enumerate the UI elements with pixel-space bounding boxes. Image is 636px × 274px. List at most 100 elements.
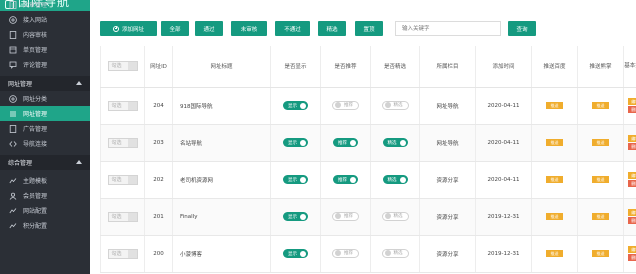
display-toggle[interactable]: 显示 (283, 249, 308, 258)
sidebar-item-11[interactable]: 主题模板 (0, 173, 90, 188)
cell-display: 显示 (270, 235, 321, 273)
cell-id: 202 (144, 161, 173, 199)
filter-featured-button[interactable]: 精选 (318, 21, 346, 36)
delete-button[interactable]: 删除 (627, 106, 636, 113)
row-checkbox[interactable]: 勾选 (107, 174, 138, 185)
search-button[interactable]: 查询 (508, 21, 536, 36)
featured-toggle[interactable]: 精选 (381, 211, 409, 221)
sidebar-item-12[interactable]: 会员管理 (0, 188, 90, 203)
table-row: 勾选 202老司机资源网 显示 推荐 精选 资源分享2020-04-11 推送 推送 编辑删除 (100, 161, 636, 199)
list-icon (8, 109, 17, 118)
sidebar-item-4[interactable]: 评论管理 (0, 57, 90, 72)
sidebar-item-0[interactable]: 文章管理 (0, 0, 90, 12)
sidebar-item-6[interactable]: 网址分类 (0, 91, 90, 106)
display-toggle[interactable]: 显示 (283, 175, 308, 184)
cell-id: 204 (144, 87, 173, 125)
sidebar-item-3[interactable]: 单页管理 (0, 42, 90, 57)
push-baidu-button[interactable]: 推送 (546, 213, 563, 220)
chevron-up-icon (76, 81, 82, 85)
push-baidu-button[interactable]: 推送 (546, 139, 563, 146)
search-input[interactable] (395, 21, 501, 36)
chevron-up-icon (76, 160, 82, 164)
cell-title: 小菠博客 (172, 235, 271, 273)
featured-toggle[interactable]: 精选 (382, 175, 408, 184)
sidebar-group-10[interactable]: 综合管理 (0, 155, 90, 170)
cell-time: 2019-12-31 (475, 235, 532, 273)
featured-toggle[interactable]: 精选 (381, 248, 409, 258)
edit-button[interactable]: 编辑 (627, 135, 636, 142)
display-toggle[interactable]: 显示 (283, 138, 308, 147)
featured-toggle[interactable]: 精选 (381, 100, 409, 110)
sidebar-item-13[interactable]: 网站配置 (0, 203, 90, 218)
edit-button[interactable]: 编辑 (627, 172, 636, 179)
filter-pass-button[interactable]: 通过 (195, 21, 223, 36)
sidebar-item-1[interactable]: 接入网站 (0, 12, 90, 27)
header-push-baidu: 推送百度 (531, 46, 578, 88)
sidebar-item-label: 积分配置 (23, 223, 48, 230)
add-url-button[interactable]: 添加网址 (100, 21, 157, 36)
filter-pending-button[interactable]: 未审核 (231, 21, 267, 36)
filter-all-button[interactable]: 全部 (161, 21, 189, 36)
row-checkbox[interactable]: 勾选 (107, 137, 138, 148)
recommend-toggle[interactable]: 推荐 (332, 211, 359, 221)
push-bear-button[interactable]: 推送 (592, 213, 609, 220)
edit-button[interactable]: 编辑 (627, 209, 636, 216)
toggle-knob (335, 250, 341, 257)
cell-display: 显示 (270, 124, 321, 162)
sidebar-item-14[interactable]: 积分配置 (0, 218, 90, 233)
recommend-toggle[interactable]: 推荐 (332, 100, 359, 110)
sidebar-group-5[interactable]: 网址管理 (0, 76, 90, 91)
cell-select: 勾选 (100, 161, 145, 199)
toggle-knob (300, 102, 306, 109)
push-bear-button[interactable]: 推送 (592, 250, 609, 257)
cell-id: 203 (144, 124, 173, 162)
toggle-knob (335, 213, 341, 220)
delete-button[interactable]: 删除 (627, 180, 636, 187)
header-select: 勾选 (100, 46, 145, 88)
delete-button[interactable]: 删除 (627, 143, 636, 150)
edit-button[interactable]: 编辑 (627, 246, 636, 253)
table-body: 勾选204918国际导航显示推荐精选网址导航2020-04-11推送推送编辑删除… (100, 87, 636, 273)
toggle-knob (350, 139, 356, 146)
push-bear-button[interactable]: 推送 (592, 102, 609, 109)
document-icon (8, 124, 17, 133)
push-baidu-button[interactable]: 推送 (546, 176, 563, 183)
sidebar-item-7[interactable]: 网址管理 (0, 106, 90, 121)
push-bear-button[interactable]: 推送 (592, 176, 609, 183)
url-table: 勾选 网址ID 网址标题 是否显示 是否推荐 是否精选 所属栏目 添加时间 推送… (100, 46, 636, 273)
display-toggle[interactable]: 显示 (283, 212, 308, 221)
cell-display: 显示 (270, 198, 321, 236)
edit-button[interactable]: 编辑 (627, 98, 636, 105)
sidebar-item-8[interactable]: 广告管理 (0, 121, 90, 136)
featured-toggle[interactable]: 精选 (382, 138, 408, 147)
row-checkbox[interactable]: 勾选 (107, 211, 138, 222)
cell-time: 2020-04-11 (475, 124, 532, 162)
header-featured: 是否精选 (370, 46, 420, 88)
cell-time: 2019-12-31 (475, 198, 532, 236)
filter-top-button[interactable]: 置顶 (355, 21, 383, 36)
cell-display: 显示 (270, 161, 321, 199)
recommend-toggle[interactable]: 推荐 (333, 175, 358, 184)
sidebar-item-2[interactable]: 内容审核 (0, 27, 90, 42)
toggle-knob (384, 102, 391, 109)
push-baidu-button[interactable]: 推送 (546, 102, 563, 109)
push-bear-button[interactable]: 推送 (592, 139, 609, 146)
cell-push-bear: 推送 (577, 87, 624, 125)
table-header-row: 勾选 网址ID 网址标题 是否显示 是否推荐 是否精选 所属栏目 添加时间 推送… (100, 46, 636, 88)
recommend-toggle[interactable]: 推荐 (333, 138, 358, 147)
sidebar-item-9[interactable]: 导航连接 (0, 136, 90, 151)
row-checkbox[interactable]: 勾选 (107, 100, 138, 111)
sidebar-item-label: 网址管理 (23, 111, 48, 118)
recommend-toggle[interactable]: 推荐 (332, 248, 359, 258)
display-toggle[interactable]: 显示 (283, 101, 308, 110)
sidebar-item-label: 主题模板 (23, 178, 48, 185)
cell-time: 2020-04-11 (475, 87, 532, 125)
push-baidu-button[interactable]: 推送 (546, 250, 563, 257)
filter-reject-button[interactable]: 不通过 (275, 21, 310, 36)
page-icon (8, 45, 17, 54)
cell-category: 网址导航 (419, 87, 476, 125)
delete-button[interactable]: 删除 (627, 254, 636, 261)
cell-featured: 精选 (370, 87, 420, 125)
delete-button[interactable]: 删除 (627, 217, 636, 224)
row-checkbox[interactable]: 勾选 (107, 248, 138, 259)
